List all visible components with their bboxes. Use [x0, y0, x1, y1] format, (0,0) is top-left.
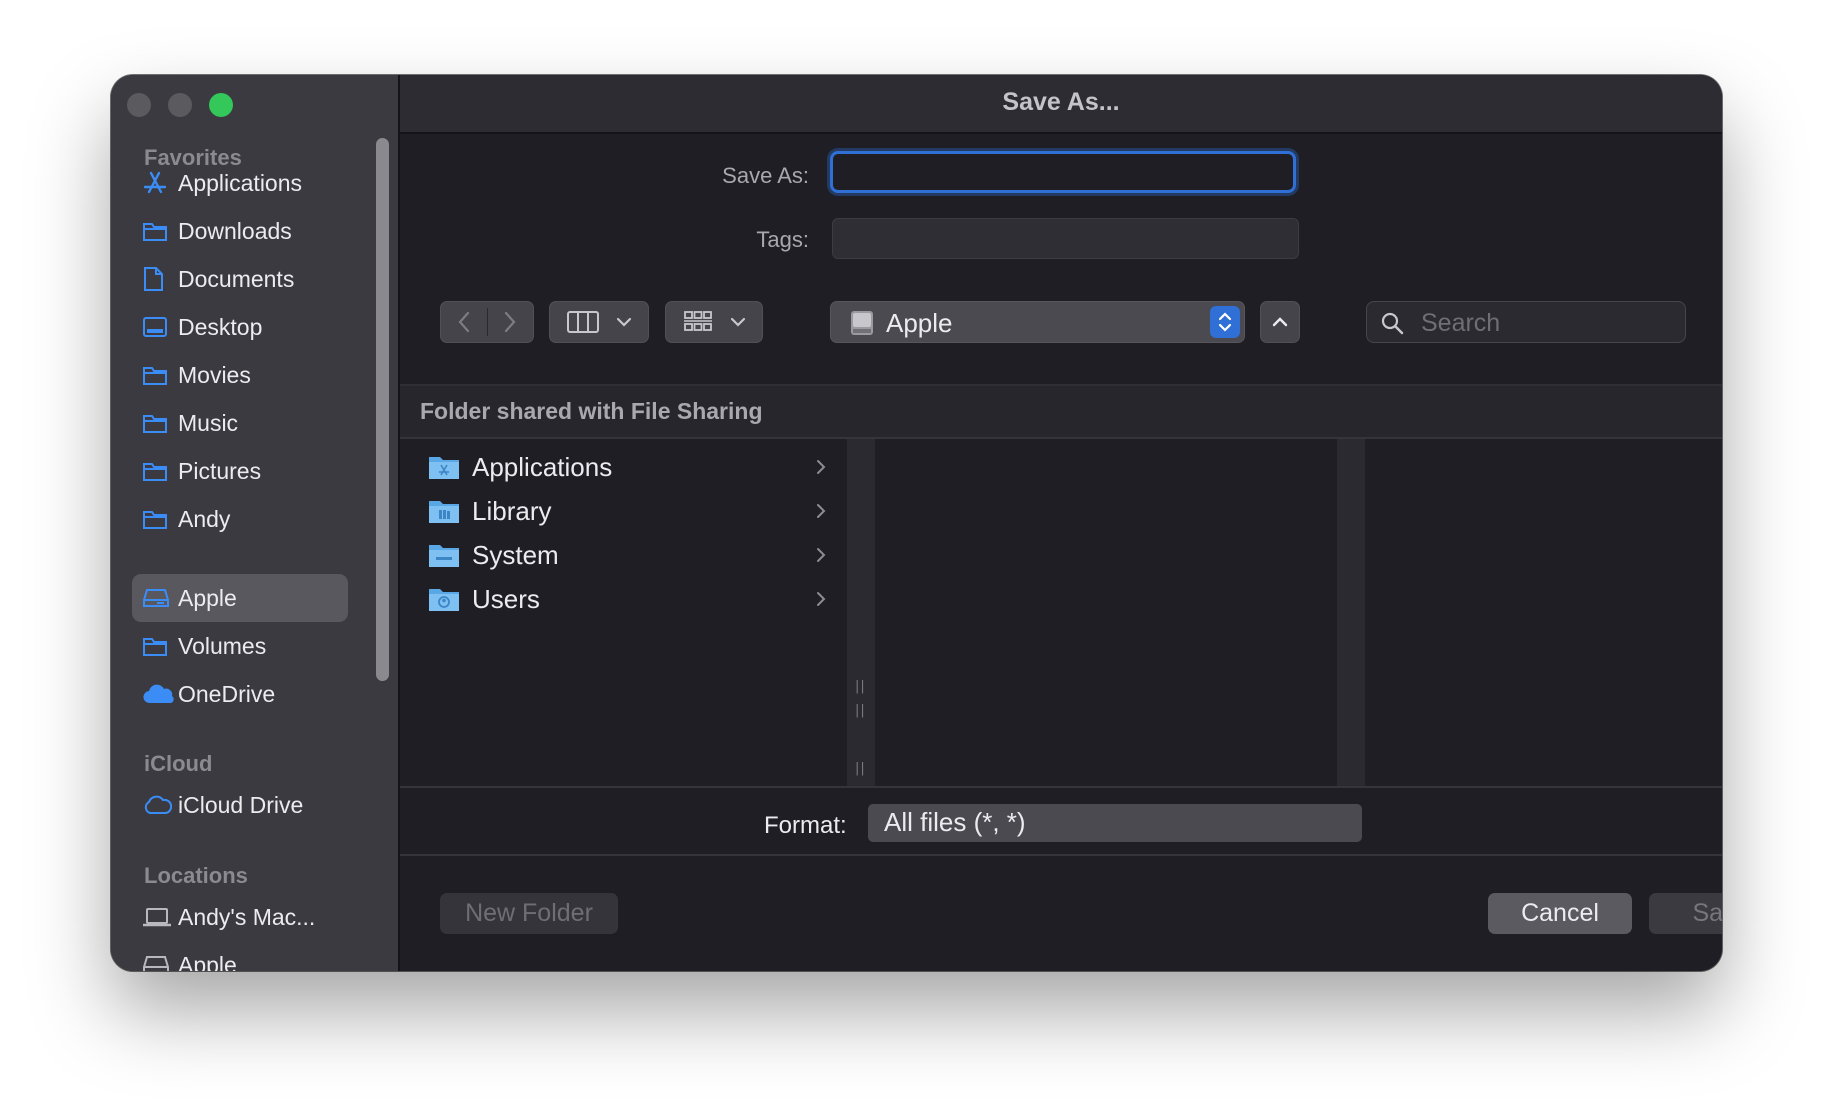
tags-input[interactable]	[832, 218, 1299, 259]
dialog-main: Save As... Save As: Tags: Apple Search F…	[400, 75, 1722, 971]
save-as-label: Save As:	[722, 163, 809, 188]
location-popup[interactable]: Apple	[830, 301, 1245, 343]
chevron-right-icon	[817, 548, 826, 562]
format-row: Format: All files (*, *)	[400, 786, 1722, 856]
sidebar-item-movies[interactable]: Movies	[132, 351, 348, 399]
list-item-system[interactable]: System	[428, 533, 828, 577]
drive-icon	[142, 587, 178, 609]
list-item-users[interactable]: Users	[428, 577, 828, 621]
window-title: Save As...	[1002, 88, 1120, 116]
column-view-icon	[567, 311, 599, 333]
folder-icon	[142, 220, 178, 242]
save-as-input[interactable]	[830, 151, 1296, 193]
location-label: Apple	[886, 308, 953, 338]
minimize-button[interactable]	[168, 93, 192, 117]
new-folder-button[interactable]: New Folder	[440, 893, 618, 934]
window-controls	[127, 93, 233, 117]
close-button[interactable]	[127, 93, 151, 117]
chevron-down-icon	[616, 317, 632, 327]
title-bar: Save As...	[400, 75, 1722, 134]
sidebar-item-icloud-drive[interactable]: iCloud Drive	[132, 781, 348, 829]
nav-segment	[440, 301, 534, 343]
tags-label: Tags:	[756, 227, 809, 252]
chevron-right-icon	[817, 504, 826, 518]
list-item-library[interactable]: Library	[428, 489, 828, 533]
group-grid-icon	[684, 311, 712, 331]
list-item-applications[interactable]: Applications	[428, 445, 828, 489]
browser-column-3[interactable]	[1365, 439, 1722, 786]
users-folder-icon	[429, 589, 459, 611]
chevron-right-icon	[504, 311, 516, 333]
chevron-right-icon	[817, 460, 826, 474]
applications-folder-icon	[429, 457, 459, 479]
folder-icon	[142, 364, 178, 386]
location-stepper[interactable]	[1210, 306, 1240, 338]
desktop-icon	[142, 316, 178, 338]
format-label: Format:	[764, 812, 847, 839]
sidebar-item-andys-mac[interactable]: Andy's Mac...	[132, 893, 348, 941]
search-field[interactable]: Search	[1366, 301, 1686, 343]
sidebar-item-desktop[interactable]: Desktop	[132, 303, 348, 351]
column-resize-handle[interactable]: || || ||	[847, 439, 875, 786]
sidebar-item-documents[interactable]: Documents	[132, 255, 348, 303]
sidebar-item-pictures[interactable]: Pictures	[132, 447, 348, 495]
forward-button[interactable]	[487, 310, 533, 334]
sidebar-item-onedrive[interactable]: OneDrive	[132, 670, 348, 718]
sidebar-scrollbar[interactable]	[376, 138, 389, 681]
file-sharing-header-label: Folder shared with File Sharing	[420, 398, 763, 424]
drive-icon	[142, 954, 178, 971]
browser-column-1[interactable]: Applications Library System Users	[400, 439, 847, 786]
group-button[interactable]	[665, 301, 763, 343]
system-folder-icon	[429, 545, 459, 567]
format-popup[interactable]: All files (*, *)	[868, 804, 1362, 842]
folder-icon	[142, 635, 178, 657]
zoom-button[interactable]	[209, 93, 233, 117]
icloud-icon	[142, 794, 178, 816]
sidebar-item-apple[interactable]: Apple	[132, 574, 348, 622]
chevron-right-icon	[817, 592, 826, 606]
up-down-chevron-icon	[1218, 312, 1232, 332]
save-button[interactable]: Save	[1649, 893, 1722, 934]
document-icon	[142, 266, 178, 292]
sidebar-item-apple-location[interactable]: Apple	[132, 941, 348, 971]
back-button[interactable]	[441, 310, 487, 334]
sidebar-item-music[interactable]: Music	[132, 399, 348, 447]
view-mode-button[interactable]	[549, 301, 649, 343]
sidebar-section-icloud: iCloud	[144, 751, 213, 776]
folder-icon	[142, 460, 178, 482]
format-value: All files (*, *)	[884, 807, 1026, 837]
laptop-icon	[142, 906, 178, 928]
sidebar-item-andy[interactable]: Andy	[132, 495, 348, 543]
search-icon	[1381, 312, 1404, 335]
collapse-button[interactable]	[1260, 301, 1300, 343]
onedrive-cloud-icon	[142, 683, 178, 705]
sidebar-item-applications[interactable]: Applications	[132, 159, 348, 207]
column-resize-handle[interactable]	[1337, 439, 1365, 786]
folder-icon	[142, 412, 178, 434]
browser-column-2[interactable]	[875, 439, 1337, 786]
chevron-left-icon	[458, 311, 470, 333]
sidebar-section-locations: Locations	[144, 863, 248, 888]
chevron-down-icon	[730, 317, 746, 327]
folder-icon	[142, 508, 178, 530]
sidebar-item-downloads[interactable]: Downloads	[132, 207, 348, 255]
chevron-up-icon	[1272, 317, 1288, 327]
sidebar-item-volumes[interactable]: Volumes	[132, 622, 348, 670]
save-dialog-window: Favorites Applications Downloads Documen…	[111, 75, 1722, 971]
cancel-button[interactable]: Cancel	[1488, 893, 1632, 934]
file-sharing-header: Folder shared with File Sharing	[400, 386, 1722, 439]
hard-drive-icon	[851, 311, 873, 335]
library-folder-icon	[429, 501, 459, 523]
applications-icon	[142, 170, 178, 196]
search-placeholder: Search	[1421, 309, 1501, 337]
sidebar: Favorites Applications Downloads Documen…	[111, 75, 400, 971]
